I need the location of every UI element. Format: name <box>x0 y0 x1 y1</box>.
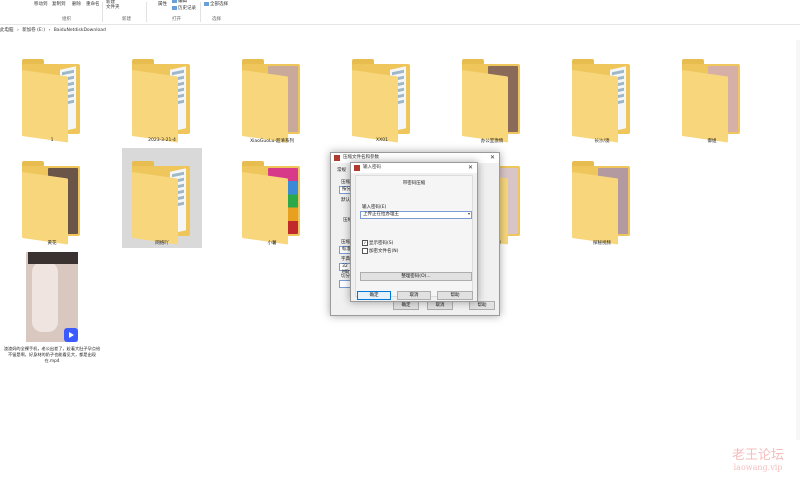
group-new-label: 新建 <box>122 17 131 22</box>
folder-name: 1 <box>50 138 54 143</box>
watermark-url: laowang.vip <box>733 463 783 472</box>
password-dialog: 输入密码 ✕ 带密码压缩 输入密码(E) 上传正在拉办理王 ▾ ✓ 显示密码(S… <box>350 162 478 302</box>
select-all-icon <box>204 1 209 6</box>
ok-button[interactable]: 确定 <box>357 291 391 300</box>
help-button[interactable]: 帮助 <box>437 291 473 300</box>
tab-general[interactable]: 常规 <box>337 167 346 173</box>
folder-item[interactable]: 探秘视频 <box>562 148 642 248</box>
breadcrumb-folder[interactable]: BaiduNetdiskDownload <box>54 28 106 33</box>
history-button[interactable]: 历史记录 <box>172 5 196 11</box>
history-icon <box>172 5 177 10</box>
password-panel: 带密码压缩 输入密码(E) 上传正在拉办理王 ▾ ✓ 显示密码(S) 加密文件名… <box>355 175 473 297</box>
folder-item[interactable]: XX01 <box>342 46 422 146</box>
organize-passwords-button[interactable]: 整理密码(O)... <box>360 272 472 281</box>
folder-item[interactable]: 黄花 <box>12 148 92 248</box>
back-help-button[interactable]: 帮助 <box>469 301 495 310</box>
encrypt-names-label: 加密文件名(N) <box>369 249 399 254</box>
back-ok-button[interactable]: 确定 <box>393 301 419 310</box>
group-open-label: 打开 <box>172 17 181 22</box>
close-icon[interactable]: ✕ <box>490 153 495 163</box>
folder-icon <box>20 54 84 143</box>
password-label: 输入密码(E) <box>362 205 387 210</box>
folder-icon <box>460 54 524 143</box>
winrar-icon <box>354 165 360 171</box>
encrypt-names-checkbox[interactable] <box>362 248 368 254</box>
ribbon-toolbar: 移动到 复制到 删除 重命名 新建 文件夹 属性 编辑 历史记录 全部选择 组织… <box>0 0 800 25</box>
ribbon-separator <box>102 2 103 22</box>
folder-icon <box>130 156 194 245</box>
select-all-button[interactable]: 全部选择 <box>204 1 228 7</box>
folder-icon <box>240 54 304 143</box>
close-icon[interactable]: ✕ <box>468 163 473 173</box>
folder-icon <box>680 54 744 143</box>
breadcrumb-drive[interactable]: 新加卷 (E:) <box>22 28 45 33</box>
folder-name: 黄花 <box>47 241 57 246</box>
folder-icon <box>570 156 634 245</box>
folder-name: 探秘视频 <box>593 241 611 246</box>
folder-name: 2023-3-21-4 <box>148 138 176 143</box>
folder-item[interactable]: 长沙/澳 <box>562 46 642 146</box>
video-file-name: 渣渣妈的全裸手机，老公出差了，趁着大肚子孕点给不留是啊，好身材的奶子也能看见大，… <box>3 346 101 363</box>
folder-icon <box>20 156 84 245</box>
password-input[interactable]: 上传正在拉办理王 <box>360 211 472 219</box>
folder-item[interactable]: 小薯 <box>232 148 312 248</box>
folder-icon <box>130 54 194 143</box>
folder-item[interactable]: 1 <box>12 46 92 146</box>
folder-name: 小薯 <box>267 241 277 246</box>
group-select-label: 选择 <box>212 17 221 22</box>
site-watermark: 老王论坛 laowang.vip <box>718 444 798 472</box>
breadcrumb[interactable]: 此电脑 › 新加卷 (E:) › BaiduNetdiskDownload <box>0 25 800 37</box>
chevron-down-icon[interactable]: ▾ <box>468 211 470 216</box>
edit-icon <box>172 0 177 3</box>
scrollbar[interactable] <box>796 40 800 440</box>
folder-item[interactable]: 网络吖 <box>122 148 202 248</box>
folder-icon <box>240 156 304 245</box>
properties-button[interactable]: 属性 <box>158 1 167 7</box>
rename-button[interactable]: 重命名 <box>86 1 100 7</box>
cancel-button[interactable]: 取消 <box>397 291 431 300</box>
back-cancel-button[interactable]: 取消 <box>427 301 453 310</box>
folder-item[interactable]: 2023-3-21-4 <box>122 46 202 146</box>
show-password-checkbox[interactable]: ✓ <box>362 240 368 246</box>
watermark-title: 老王论坛 <box>731 448 784 463</box>
folder-item[interactable]: XiaoGuoLu-超清系列 <box>232 46 312 146</box>
folder-name: 办公室激情 <box>480 139 504 144</box>
password-heading: 带密码压缩 <box>402 181 426 186</box>
winrar-icon <box>334 155 340 161</box>
show-password-label: 显示密码(S) <box>369 241 394 246</box>
folder-name: 长沙/澳 <box>594 139 610 144</box>
copy-to-button[interactable]: 复制到 <box>52 1 66 7</box>
delete-button[interactable]: 删除 <box>72 1 81 7</box>
password-dialog-title: 输入密码 ✕ <box>351 163 477 173</box>
ribbon-separator <box>200 2 201 22</box>
folder-item[interactable]: 办公室激情 <box>452 46 532 146</box>
folder-icon <box>570 54 634 143</box>
breadcrumb-this-pc[interactable]: 此电脑 <box>0 28 14 33</box>
folder-item[interactable]: 御姐 <box>672 46 752 146</box>
move-to-button[interactable]: 移动到 <box>34 1 48 7</box>
video-file-item[interactable]: 渣渣妈的全裸手机，老公出差了，趁着大肚子孕点给不留是啊，好身材的奶子也能看见大，… <box>2 252 102 372</box>
group-organize-label: 组织 <box>62 17 71 22</box>
folder-name: 网络吖 <box>155 241 169 246</box>
ribbon-separator <box>146 2 147 22</box>
folder-icon <box>350 54 414 143</box>
edit-button[interactable]: 编辑 <box>172 0 187 4</box>
video-play-icon <box>64 328 78 342</box>
new-folder-button[interactable]: 新建 文件夹 <box>106 0 120 10</box>
folder-name: 御姐 <box>707 139 717 144</box>
folder-name: XX01 <box>376 138 388 143</box>
folder-name: XiaoGuoLu-超清系列 <box>250 139 294 144</box>
